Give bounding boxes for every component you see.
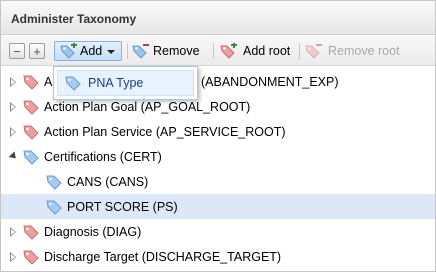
tree-row[interactable]: Action Plan Service (AP_SERVICE_ROOT) — [1, 119, 435, 144]
menu-item-pna-type[interactable]: PNA Type — [57, 70, 194, 96]
tag-icon — [22, 249, 40, 265]
remove-root-button-label: Remove root — [328, 44, 400, 58]
tree-row[interactable]: Diagnosis (DIAG) — [1, 219, 435, 244]
tree-row-label: A — [44, 74, 53, 89]
expand-icon[interactable] — [7, 226, 19, 238]
toolbar-divider — [213, 43, 214, 59]
toolbar-divider — [127, 43, 128, 59]
tag-icon — [22, 74, 40, 90]
tree-row-label: Certifications (CERT) — [44, 149, 162, 164]
remove-root-button[interactable]: Remove root — [304, 41, 400, 61]
add-button-label: Add — [80, 44, 103, 58]
tag-remove-icon — [131, 43, 149, 59]
tree-row-label: Discharge Target (DISCHARGE_TARGET) — [44, 249, 282, 264]
add-root-button-label: Add root — [243, 44, 291, 58]
toolbar: − + Add Remove Add root Remove root — [1, 36, 435, 66]
tree-row-label: Diagnosis (DIAG) — [44, 224, 142, 239]
tag-icon — [22, 99, 40, 115]
tree-row[interactable]: Certifications (CERT) — [1, 144, 435, 169]
expand-icon[interactable] — [7, 101, 19, 113]
expand-icon[interactable] — [7, 251, 19, 263]
remove-button[interactable]: Remove — [131, 41, 200, 61]
chevron-down-icon — [107, 49, 116, 54]
expand-icon[interactable] — [7, 126, 19, 138]
panel-header: Administer Taxonomy — [1, 1, 435, 35]
tree-row-label: Action Plan Goal (AP_GOAL_ROOT) — [44, 99, 251, 114]
tag-icon — [45, 199, 63, 215]
add-button[interactable]: Add — [54, 41, 123, 61]
minus-icon: − — [9, 43, 25, 59]
panel-title: Administer Taxonomy — [11, 12, 137, 26]
tree-row-label: CANS (CANS) — [67, 174, 149, 189]
collapse-all-button[interactable]: − — [9, 41, 25, 61]
add-root-button[interactable]: Add root — [219, 41, 290, 61]
tree-row-label: Action Plan Service (AP_SERVICE_ROOT) — [44, 124, 286, 139]
add-dropdown-menu: PNA Type — [53, 66, 198, 100]
remove-button-label: Remove — [153, 44, 200, 58]
expand-all-button[interactable]: + — [29, 41, 45, 61]
tag-icon — [45, 174, 63, 190]
tag-add-icon — [59, 43, 77, 59]
toolbar-divider — [299, 43, 300, 59]
expand-icon[interactable] — [7, 76, 19, 88]
plus-icon: + — [29, 43, 45, 59]
tag-add-icon — [219, 43, 237, 59]
tree-row-label-tail: (ABANDONMENT_EXP) — [201, 74, 339, 89]
collapse-icon[interactable] — [7, 150, 19, 163]
tag-icon — [22, 124, 40, 140]
tag-remove-icon — [304, 43, 322, 59]
menu-item-label: PNA Type — [88, 76, 144, 90]
tag-icon — [64, 75, 82, 91]
tag-icon — [22, 149, 40, 165]
taxonomy-panel: Administer Taxonomy − + Add Remove Add r… — [0, 0, 436, 272]
tree-row[interactable]: Discharge Target (DISCHARGE_TARGET) — [1, 244, 435, 269]
tree-row-selected[interactable]: PORT SCORE (PS) — [1, 194, 435, 219]
tree-row[interactable]: CANS (CANS) — [1, 169, 435, 194]
tree-row-label: PORT SCORE (PS) — [67, 199, 178, 214]
tag-icon — [22, 224, 40, 240]
